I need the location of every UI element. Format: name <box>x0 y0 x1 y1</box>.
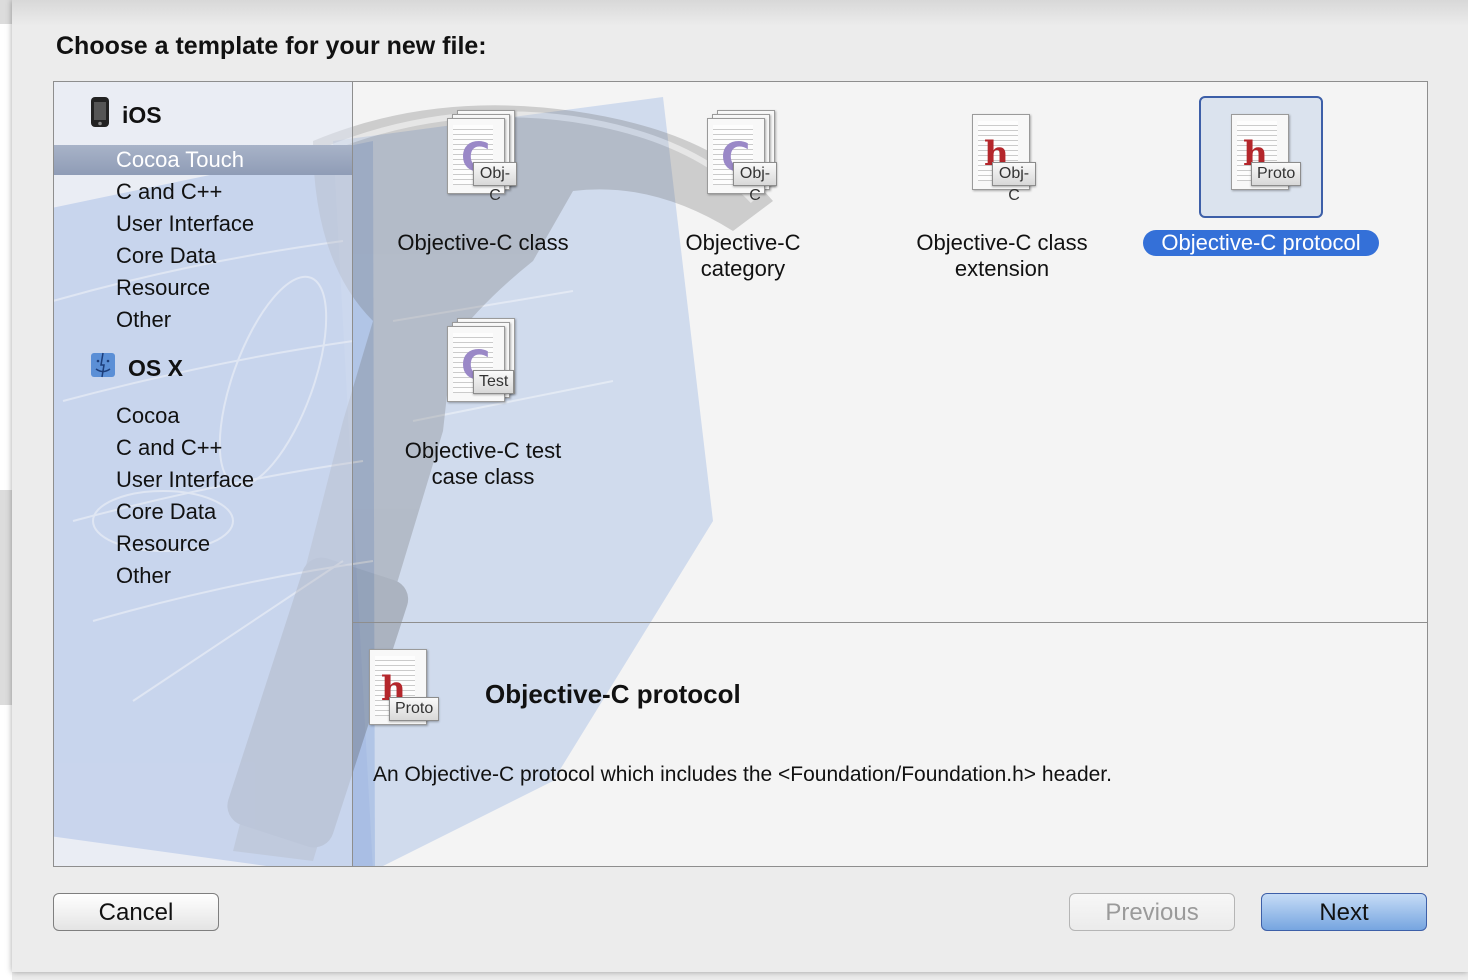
sidebar-item-resource[interactable]: Resource <box>54 273 352 303</box>
sidebar-group-label: OS X <box>128 354 183 381</box>
sidebar-item-c-and-cpp[interactable]: C and C++ <box>54 433 352 463</box>
description-text: An Objective-C protocol which includes t… <box>373 763 1112 786</box>
sidebar-group-osx: OS X <box>90 352 183 384</box>
sidebar-group-ios: iOS <box>90 96 162 134</box>
sidebar-item-c-and-cpp[interactable]: C and C++ <box>54 177 352 207</box>
finder-icon <box>90 352 116 384</box>
background-code-fragment <box>0 80 12 120</box>
background-code-fragment <box>0 200 12 240</box>
template-label: Objective-C class <box>397 230 569 255</box>
template-grid: C Obj-C Objective-C class C Obj-C Object… <box>353 82 1427 623</box>
sidebar-item-core-data[interactable]: Core Data <box>54 497 352 527</box>
template-label: Objective-C test case class <box>404 438 562 489</box>
objc-extension-file-icon: h Obj-C <box>966 110 1036 204</box>
objc-class-file-icon: C Obj-C <box>447 110 517 204</box>
sidebar-item-resource[interactable]: Resource <box>54 529 352 559</box>
template-label: Objective-C protocol <box>1143 230 1379 256</box>
iphone-icon <box>90 96 110 134</box>
sidebar-item-user-interface[interactable]: User Interface <box>54 465 352 495</box>
background-breadcrumb <box>0 0 12 24</box>
sheet-top-edge <box>12 0 1468 26</box>
template-label: Objective-C class extension <box>916 230 1088 281</box>
sidebar-item-other[interactable]: Other <box>54 305 352 335</box>
sidebar-item-user-interface[interactable]: User Interface <box>54 209 352 239</box>
template-objc-class[interactable]: C Obj-C Objective-C class <box>353 96 613 256</box>
objc-protocol-file-icon: h Proto <box>1225 110 1302 200</box>
background-panel <box>0 490 12 705</box>
next-button[interactable]: Next <box>1261 893 1427 931</box>
background-editor-window <box>0 0 12 980</box>
objc-test-file-icon: C Test <box>447 318 517 408</box>
template-objc-category[interactable]: C Obj-C Objective-C category <box>612 96 874 282</box>
dialog-title: Choose a template for your new file: <box>56 32 487 60</box>
template-objc-test-case[interactable]: C Test Objective-C test case class <box>353 304 613 490</box>
previous-button[interactable]: Previous <box>1069 893 1235 931</box>
sidebar-item-other[interactable]: Other <box>54 561 352 591</box>
sidebar-item-core-data[interactable]: Core Data <box>54 241 352 271</box>
sidebar-item-cocoa-touch[interactable]: Cocoa Touch <box>54 145 352 175</box>
template-chooser: iOS Cocoa Touch C and C++ User Interface… <box>53 81 1428 867</box>
objc-protocol-file-icon: h Proto <box>363 645 440 735</box>
sidebar-item-cocoa[interactable]: Cocoa <box>54 401 352 431</box>
description-title: Objective-C protocol <box>485 679 741 709</box>
template-objc-class-extension[interactable]: h Obj-C Objective-C class extension <box>872 96 1132 282</box>
new-file-sheet: Choose a template for your new file: iOS… <box>12 0 1468 972</box>
sidebar-group-label: iOS <box>122 101 162 128</box>
template-description-pane: h Proto Objective-C protocol An Objectiv… <box>353 623 1427 866</box>
template-objc-protocol[interactable]: h Proto Objective-C protocol <box>1131 96 1391 256</box>
template-category-sidebar: iOS Cocoa Touch C and C++ User Interface… <box>54 82 353 866</box>
cancel-button[interactable]: Cancel <box>53 893 219 931</box>
template-label: Objective-C category <box>685 230 801 281</box>
objc-category-file-icon: C Obj-C <box>707 110 777 204</box>
